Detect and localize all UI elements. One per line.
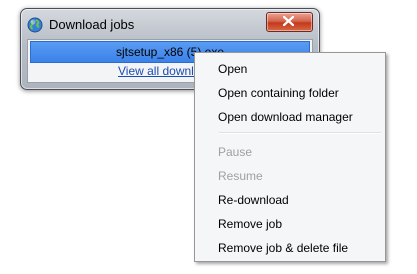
menu-separator <box>219 132 381 134</box>
menu-item-remove-job-delete-file[interactable]: Remove job & delete file <box>197 237 383 259</box>
globe-icon <box>27 17 43 33</box>
window-title: Download jobs <box>49 17 135 32</box>
menu-item-resume: Resume <box>218 169 263 183</box>
close-icon <box>283 16 294 26</box>
menu-item-pause: Pause <box>218 145 253 159</box>
menu-item-remove-job[interactable]: Remove job <box>197 213 383 235</box>
screen: Download jobs sjtsetup_x86 (5).exe View … <box>0 0 417 274</box>
menu-item-re-download[interactable]: Re-download <box>197 189 383 211</box>
menu-item-open[interactable]: Open <box>197 58 383 80</box>
context-menu: Open Open containing folder Open downloa… <box>194 52 386 262</box>
close-button[interactable] <box>266 12 313 32</box>
menu-item-open-containing-folder[interactable]: Open containing folder <box>197 82 383 104</box>
menu-item-open-download-manager[interactable]: Open download manager <box>197 106 383 128</box>
